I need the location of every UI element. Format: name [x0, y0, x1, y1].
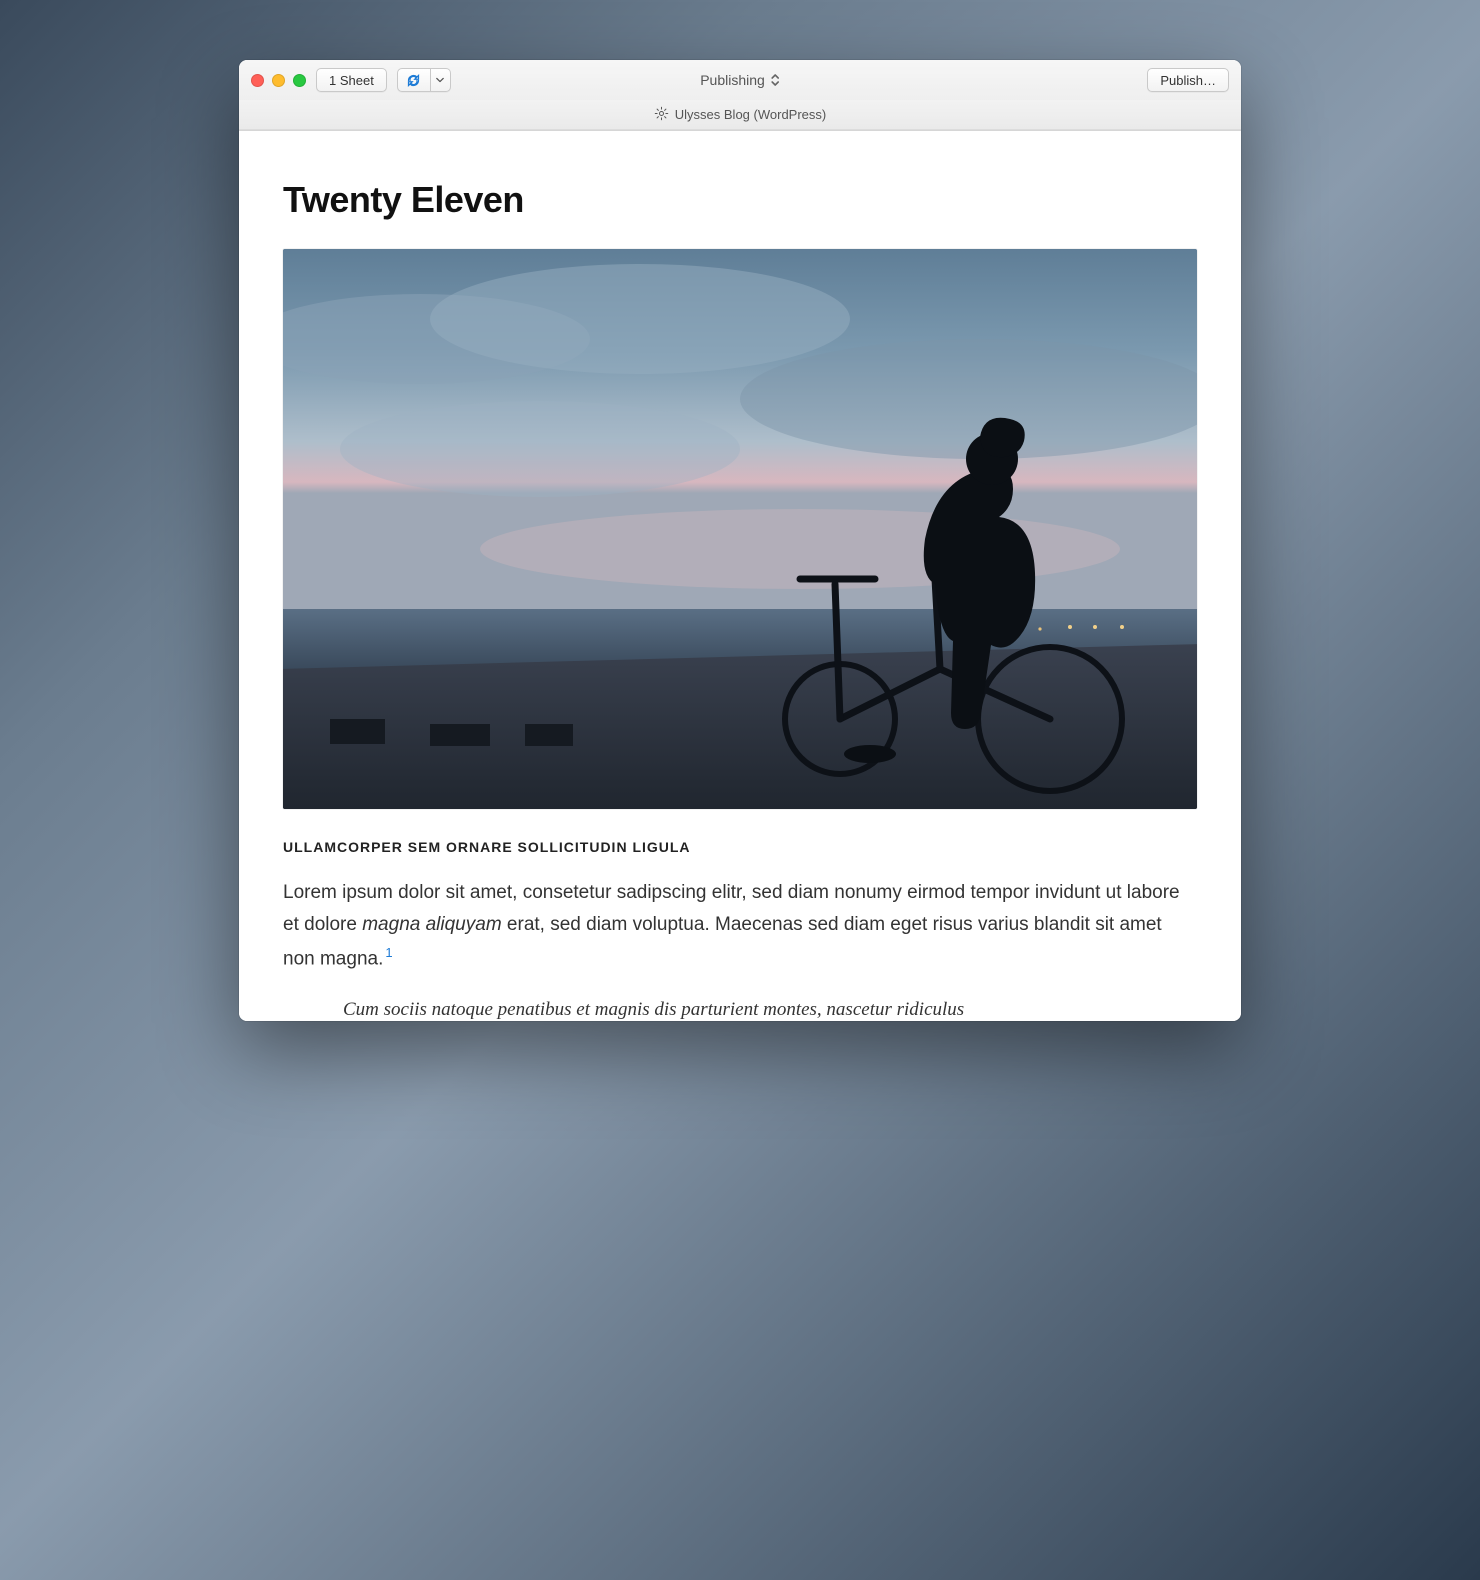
traffic-lights: [251, 74, 306, 87]
window-title[interactable]: Publishing: [700, 72, 780, 88]
preview-content: Twenty Eleven: [239, 131, 1241, 1021]
gear-icon: [654, 106, 669, 121]
app-window: 1 Sheet Publishing: [239, 60, 1241, 1021]
subheader: Ulysses Blog (WordPress): [239, 100, 1241, 130]
blog-target-label[interactable]: Ulysses Blog (WordPress): [675, 107, 826, 122]
minimize-window-button[interactable]: [272, 74, 285, 87]
publish-button[interactable]: Publish…: [1147, 68, 1229, 92]
refresh-button[interactable]: [397, 68, 431, 92]
post-subheading: ULLAMCORPER SEM ORNARE SOLLICITUDIN LIGU…: [283, 839, 1197, 855]
post-paragraph: Lorem ipsum dolor sit amet, consetetur s…: [283, 877, 1197, 975]
updown-icon: [770, 73, 780, 87]
hero-image-svg: [283, 249, 1197, 809]
window-title-label: Publishing: [700, 72, 765, 88]
post-title: Twenty Eleven: [283, 179, 1197, 221]
titlebar: 1 Sheet Publishing: [239, 60, 1241, 131]
zoom-window-button[interactable]: [293, 74, 306, 87]
paragraph-emphasis: magna aliquyam: [362, 914, 501, 935]
sheet-count-button[interactable]: 1 Sheet: [316, 68, 387, 92]
footnote-ref-1[interactable]: 1: [385, 945, 392, 960]
close-window-button[interactable]: [251, 74, 264, 87]
gear-icon-wrap[interactable]: [654, 106, 669, 124]
post-quote: Cum sociis natoque penatibus et magnis d…: [343, 999, 1197, 1021]
titlebar-row: 1 Sheet Publishing: [239, 60, 1241, 100]
chevron-down-icon: [436, 76, 444, 84]
hero-image: [283, 249, 1197, 809]
refresh-icon: [406, 73, 421, 88]
refresh-split-button: [397, 68, 451, 92]
refresh-dropdown-button[interactable]: [431, 68, 451, 92]
